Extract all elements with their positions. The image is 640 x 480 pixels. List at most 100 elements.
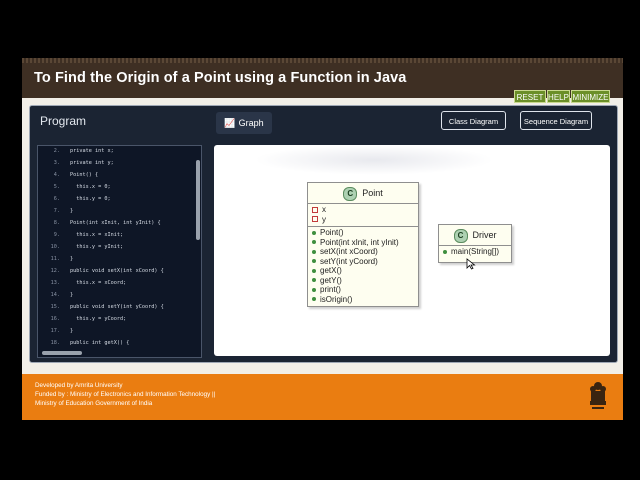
diagram-canvas: C Point x y Point() Point(int xInit, int … xyxy=(214,145,610,356)
point-fields: x y xyxy=(308,204,418,227)
method-label: setY(int yCoord) xyxy=(320,256,378,266)
help-button[interactable]: HELP xyxy=(547,90,570,103)
public-method-icon xyxy=(312,240,316,245)
public-method-icon xyxy=(312,259,316,264)
method-row: print() xyxy=(308,285,418,295)
mouse-cursor-icon xyxy=(466,258,476,270)
code-text: Point() { xyxy=(70,172,99,178)
driver-class-header: C Driver xyxy=(439,225,511,246)
code-text: this.y = 0; xyxy=(70,196,111,202)
code-line: 17.} xyxy=(38,328,74,340)
simulation-frame: To Find the Origin of a Point using a Fu… xyxy=(22,58,623,420)
driver-class-name: Driver xyxy=(472,230,497,240)
canvas-shade xyxy=(254,145,494,175)
program-label: Program xyxy=(40,114,87,128)
footer-bar: Developed by Amrita University Funded by… xyxy=(22,374,623,420)
code-line: 7.} xyxy=(38,208,73,220)
line-number: 13. xyxy=(50,280,60,286)
sequence-diagram-button[interactable]: Sequence Diagram xyxy=(520,111,592,130)
driver-methods: main(String[]) xyxy=(439,246,511,259)
point-class-header: C Point xyxy=(308,183,418,204)
field-row: x xyxy=(308,205,418,215)
line-number: 16. xyxy=(50,316,60,322)
method-row: setY(int yCoord) xyxy=(308,257,418,267)
line-number: 5. xyxy=(53,184,60,190)
method-label: main(String[]) xyxy=(451,247,500,256)
point-methods: Point() Point(int xInit, int yInit) setX… xyxy=(308,227,418,306)
field-x: x xyxy=(322,205,326,214)
minimize-button[interactable]: MINIMIZE xyxy=(571,90,610,103)
vertical-scrollbar[interactable] xyxy=(196,160,200,240)
line-number: 8. xyxy=(53,220,60,226)
method-label: setX(int xCoord) xyxy=(320,247,378,256)
method-row: Point() xyxy=(308,228,418,238)
code-text: this.x = 0; xyxy=(70,184,111,190)
code-text: } xyxy=(70,256,74,262)
line-number: 17. xyxy=(50,328,60,334)
method-label: Point() xyxy=(320,228,344,237)
horizontal-scrollbar[interactable] xyxy=(42,351,82,355)
method-row: getX() xyxy=(308,266,418,276)
line-number: 6. xyxy=(53,196,60,202)
method-row: Point(int xInit, int yInit) xyxy=(308,238,418,248)
point-class-box[interactable]: C Point x y Point() Point(int xInit, int … xyxy=(307,182,419,307)
public-method-icon xyxy=(312,278,316,283)
tab-graph[interactable]: 📈 Graph xyxy=(216,112,272,134)
code-line: 6. this.y = 0; xyxy=(38,196,111,208)
public-method-icon xyxy=(443,249,447,254)
method-row: getY() xyxy=(308,276,418,286)
line-number: 2. xyxy=(53,148,60,154)
page-title: To Find the Origin of a Point using a Fu… xyxy=(34,70,407,86)
code-line: 2. private int x; xyxy=(38,148,114,160)
code-text: this.x = xCoord; xyxy=(70,280,127,286)
code-text: Point(int xInit, int yInit) { xyxy=(70,220,161,226)
private-field-icon xyxy=(312,206,318,213)
code-line: 14.} xyxy=(38,292,74,304)
line-number: 7. xyxy=(53,208,60,214)
code-text: public void setX(int xCoord) { xyxy=(70,268,164,274)
method-label: getX() xyxy=(320,266,342,275)
code-line: 10. this.y = yInit; xyxy=(38,244,123,256)
class-c-icon: C xyxy=(343,186,358,201)
method-row: main(String[]) xyxy=(439,247,511,257)
code-text: private int x; xyxy=(70,148,114,154)
code-text: } xyxy=(70,208,74,214)
code-line: 15. public void setY(int yCoord) { xyxy=(38,304,164,316)
code-text: } xyxy=(70,292,74,298)
code-line: 9. this.x = xInit; xyxy=(38,232,123,244)
code-text: } xyxy=(70,328,74,334)
method-label: Point(int xInit, int yInit) xyxy=(320,237,399,247)
line-number: 4. xyxy=(53,172,60,178)
code-line: 13. this.x = xCoord; xyxy=(38,280,127,292)
line-number: 10. xyxy=(50,244,60,250)
method-row: setX(int xCoord) xyxy=(308,247,418,257)
code-text: this.y = yInit; xyxy=(70,244,124,250)
public-method-icon xyxy=(312,297,316,302)
public-method-icon xyxy=(312,268,316,273)
class-diagram-button[interactable]: Class Diagram xyxy=(441,111,506,130)
field-row: y xyxy=(308,215,418,225)
method-row: isOrigin() xyxy=(308,295,418,305)
code-editor[interactable]: 2. private int x; 3. private int y; 4. Point(… xyxy=(37,145,202,358)
code-text: this.y = yCoord; xyxy=(70,316,127,322)
footer-ministry: Ministry of Education Government of Indi… xyxy=(35,400,153,407)
national-emblem-icon xyxy=(590,382,606,409)
code-line: 11.} xyxy=(38,256,74,268)
code-line: 5. this.x = 0; xyxy=(38,184,111,196)
public-method-icon xyxy=(312,287,316,292)
header-stripe xyxy=(22,58,623,63)
point-class-name: Point xyxy=(362,188,383,198)
code-line: 4. Point() { xyxy=(38,172,98,184)
tab-graph-label: Graph xyxy=(238,118,264,128)
code-text: public void setY(int yCoord) { xyxy=(70,304,164,310)
method-label: print() xyxy=(320,285,341,294)
line-number: 15. xyxy=(50,304,60,310)
reset-button[interactable]: RESET xyxy=(514,90,546,103)
footer-developer: Developed by Amrita University xyxy=(35,382,123,389)
chart-icon: 📈 xyxy=(224,118,236,128)
workspace-panel: Program 📈 Graph Class Diagram Sequence Di… xyxy=(29,105,618,363)
footer-funding: Funded by : Ministry of Electronics and … xyxy=(35,391,216,398)
line-number: 9. xyxy=(53,232,60,238)
code-text: public int getX() { xyxy=(70,340,130,346)
line-number: 12. xyxy=(50,268,60,274)
